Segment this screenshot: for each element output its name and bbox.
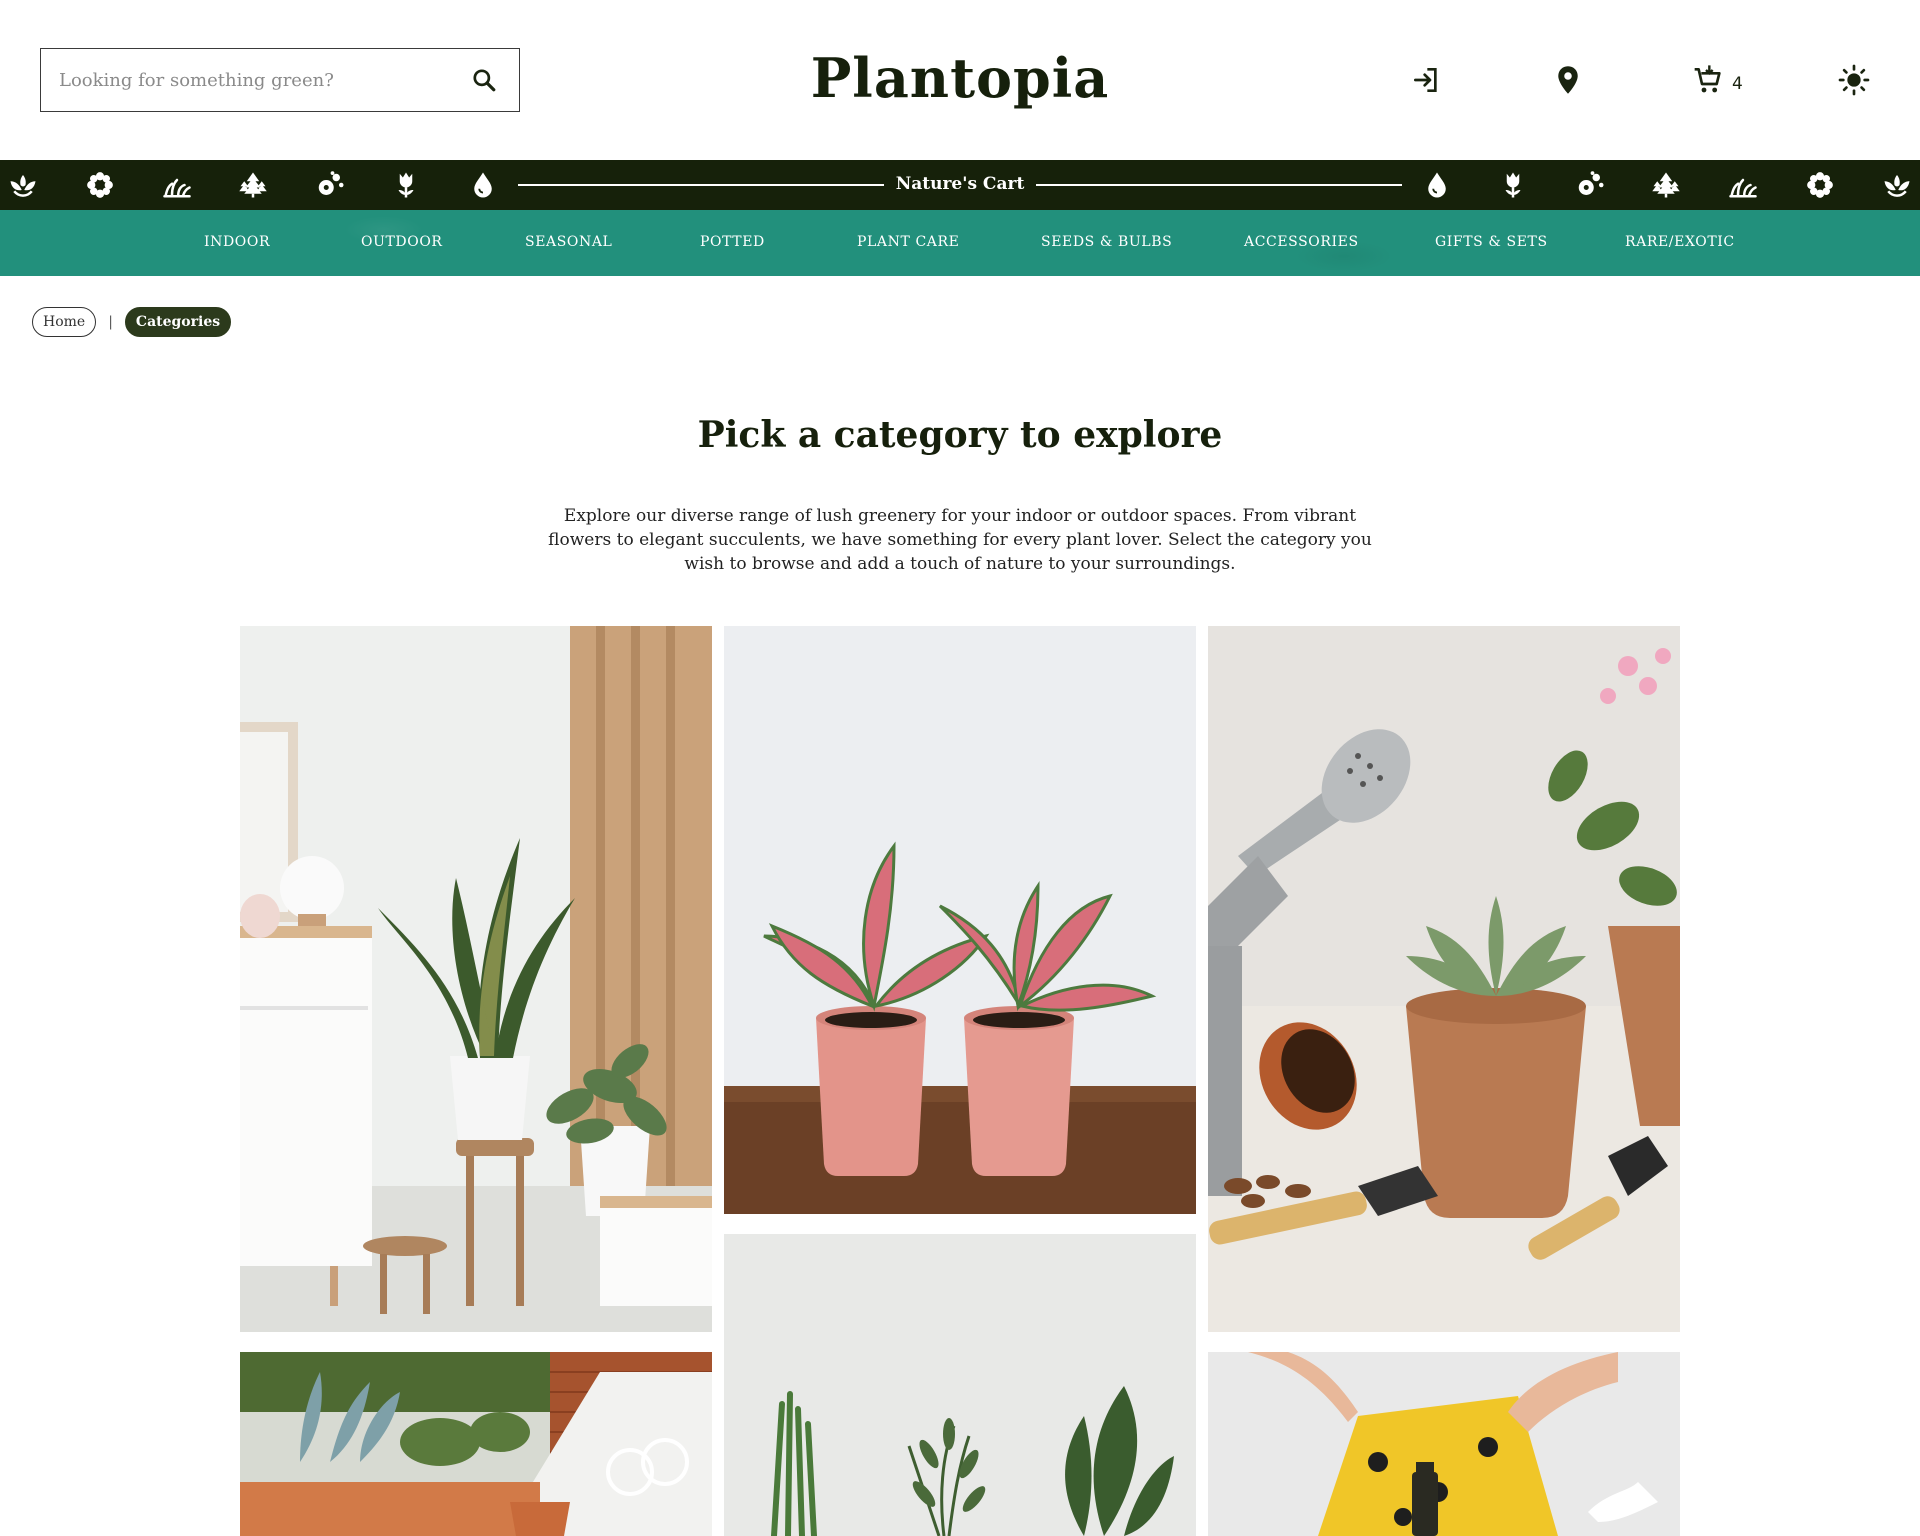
decorative-banner-strip: Nature's Cart [0, 160, 1920, 210]
sun-icon [1838, 64, 1870, 96]
water-drop-icon [1428, 172, 1446, 198]
category-tile-potted[interactable] [724, 626, 1196, 1214]
search-box [40, 48, 520, 112]
flower-icon [1807, 172, 1833, 198]
flower-icon [87, 172, 113, 198]
category-tile-indoor[interactable] [240, 626, 712, 1332]
breadcrumb-separator: | [108, 314, 113, 330]
grass-icon [163, 178, 191, 198]
flower-bud-icon [1578, 171, 1604, 195]
breadcrumb-home[interactable]: Home [32, 307, 97, 337]
category-image-seeds-bulbs [724, 1234, 1196, 1536]
category-image-plant-care [1208, 626, 1680, 1332]
grass-icon [1729, 178, 1757, 198]
site-logo[interactable]: Plantopia [811, 46, 1110, 110]
cart-count-badge: 4 [1732, 74, 1743, 94]
tulip-icon [398, 172, 414, 198]
nav-item-seasonal[interactable]: SEASONAL [525, 234, 612, 250]
tulip-icon [1505, 172, 1521, 198]
category-tile-outdoor[interactable] [240, 1352, 712, 1536]
nav-item-accessories[interactable]: ACCESSORIES [1244, 234, 1359, 250]
nav-item-potted[interactable]: POTTED [700, 234, 765, 250]
login-button[interactable] [1410, 62, 1442, 98]
category-image-indoor [240, 626, 712, 1332]
flower-bud-icon [318, 171, 344, 195]
page-title: Pick a category to explore [697, 414, 1223, 456]
category-image-gifts-sets [1208, 1352, 1680, 1536]
nav-item-gifts-sets[interactable]: GIFTS & SETS [1435, 234, 1548, 250]
intro-text: Explore our diverse range of lush greene… [548, 506, 1372, 574]
store-locator-button[interactable] [1554, 62, 1582, 98]
nav-item-seeds-bulbs[interactable]: SEEDS & BULBS [1041, 234, 1172, 250]
banner-divider-line [518, 184, 1402, 186]
nav-item-rare-exotic[interactable]: RARE/EXOTIC [1625, 234, 1735, 250]
breadcrumb: Home | Categories [32, 307, 232, 337]
category-image-potted [724, 626, 1196, 1214]
category-tile-gifts-sets[interactable] [1208, 1352, 1680, 1536]
cart-button[interactable]: 4 [1692, 62, 1743, 98]
search-icon [473, 69, 496, 92]
trees-icon [1652, 172, 1680, 198]
site-header: Plantopia 4 [0, 0, 1920, 160]
search-input[interactable] [59, 69, 467, 91]
login-icon [1414, 68, 1437, 92]
lotus-icon [10, 175, 36, 197]
category-image-outdoor [240, 1352, 712, 1536]
category-nav: INDOOR OUTDOOR SEASONAL POTTED PLANT CAR… [0, 210, 1920, 276]
trees-icon [239, 172, 267, 198]
location-pin-icon [1558, 66, 1578, 94]
cart-icon [1694, 65, 1721, 93]
nav-item-plant-care[interactable]: PLANT CARE [857, 234, 959, 250]
search-button[interactable] [467, 63, 501, 97]
category-tile-seeds-bulbs[interactable] [724, 1234, 1196, 1536]
theme-toggle-button[interactable] [1838, 62, 1870, 98]
nav-item-outdoor[interactable]: OUTDOOR [361, 234, 443, 250]
water-drop-icon [474, 172, 492, 198]
lotus-icon [1884, 175, 1910, 197]
breadcrumb-current: Categories [124, 307, 232, 337]
category-tile-plant-care[interactable] [1208, 626, 1680, 1332]
nav-item-indoor[interactable]: INDOOR [204, 234, 270, 250]
